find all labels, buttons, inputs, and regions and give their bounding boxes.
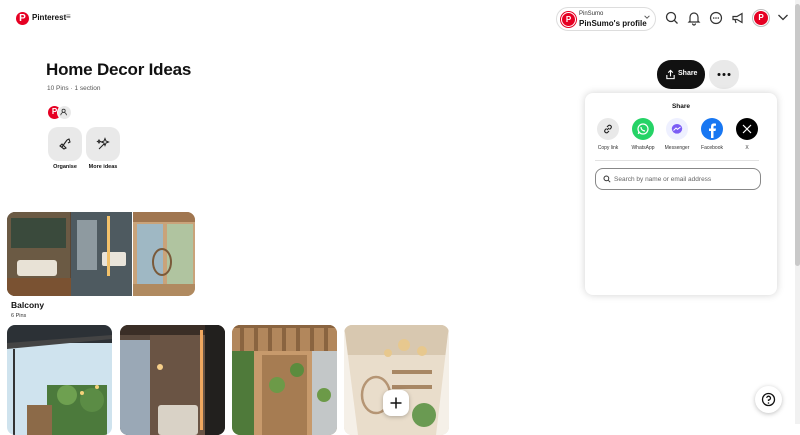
plus-icon bbox=[390, 397, 402, 409]
messenger-icon bbox=[666, 118, 688, 140]
pin-card[interactable] bbox=[7, 325, 112, 435]
pin-image bbox=[232, 325, 337, 435]
more-ideas-label: More ideas bbox=[88, 164, 118, 170]
menu-icon[interactable]: ≡ bbox=[66, 12, 71, 21]
profile-account-label: PinSumo bbox=[579, 11, 604, 17]
share-option-label: Messenger bbox=[664, 145, 690, 151]
section-cover-image bbox=[7, 212, 195, 296]
add-button[interactable] bbox=[383, 390, 409, 416]
profile-switcher[interactable]: P PinSumo PinSumo's profile bbox=[556, 7, 656, 31]
section-cover[interactable] bbox=[7, 212, 195, 296]
add-person-icon bbox=[60, 108, 67, 116]
user-avatar[interactable]: P bbox=[753, 10, 769, 26]
section-pin-count: 6 Pins bbox=[11, 313, 27, 319]
share-option-label: Facebook bbox=[701, 145, 723, 151]
pin-image bbox=[120, 325, 225, 435]
board-meta: 10 Pins · 1 section bbox=[47, 85, 101, 92]
sparkle-icon bbox=[96, 137, 110, 150]
pin-image bbox=[344, 325, 449, 435]
page-title: Home Decor Ideas bbox=[46, 60, 192, 79]
help-button[interactable] bbox=[755, 386, 782, 413]
profile-name: PinSumo's profile bbox=[579, 19, 647, 28]
chevron-down-icon bbox=[644, 15, 650, 19]
brand-name[interactable]: Pinterest bbox=[32, 13, 66, 22]
link-icon bbox=[597, 118, 619, 140]
pin-image bbox=[7, 325, 112, 435]
share-search-field[interactable] bbox=[595, 168, 761, 190]
facebook-icon bbox=[701, 118, 723, 140]
pinterest-logo-icon[interactable]: P bbox=[16, 12, 29, 25]
share-option-label: WhatsApp bbox=[631, 145, 655, 151]
bell-icon[interactable] bbox=[686, 10, 702, 26]
search-icon bbox=[603, 175, 611, 183]
pin-card[interactable] bbox=[120, 325, 225, 435]
section-name[interactable]: Balcony bbox=[11, 300, 44, 310]
more-ideas-button[interactable] bbox=[86, 127, 120, 161]
messages-icon[interactable] bbox=[708, 10, 724, 26]
share-option-label: X bbox=[745, 145, 749, 151]
organise-button[interactable] bbox=[48, 127, 82, 161]
share-label: Share bbox=[678, 70, 698, 77]
help-icon bbox=[761, 392, 776, 407]
divider bbox=[595, 160, 759, 161]
ellipsis-icon bbox=[717, 73, 731, 76]
megaphone-icon[interactable] bbox=[730, 10, 746, 26]
share-option-messenger[interactable]: Messenger bbox=[660, 118, 694, 151]
share-button[interactable]: Share bbox=[657, 60, 705, 89]
share-option-whatsapp[interactable]: WhatsApp bbox=[626, 118, 660, 151]
share-option-x[interactable]: X bbox=[730, 118, 764, 151]
scrollbar-thumb[interactable] bbox=[795, 4, 800, 266]
share-popover-title: Share bbox=[671, 103, 691, 110]
search-icon[interactable] bbox=[664, 10, 680, 26]
whatsapp-icon bbox=[632, 118, 654, 140]
share-option-facebook[interactable]: Facebook bbox=[695, 118, 729, 151]
chevron-down-icon[interactable] bbox=[776, 10, 790, 24]
pin-card[interactable] bbox=[344, 325, 449, 435]
share-option-label: Copy link bbox=[597, 145, 619, 151]
more-options-button[interactable] bbox=[709, 60, 739, 89]
profile-avatar: P bbox=[561, 12, 576, 27]
share-option-copy-link[interactable]: Copy link bbox=[591, 118, 625, 151]
pin-card[interactable] bbox=[232, 325, 337, 435]
scrollbar[interactable] bbox=[795, 0, 800, 424]
organise-icon bbox=[59, 138, 71, 150]
add-collaborator-button[interactable] bbox=[57, 105, 72, 120]
share-popover: Share Copy link WhatsApp Messenger Faceb… bbox=[585, 93, 777, 295]
share-search-input[interactable] bbox=[614, 173, 754, 185]
x-icon bbox=[736, 118, 758, 140]
share-upload-icon bbox=[666, 69, 675, 80]
